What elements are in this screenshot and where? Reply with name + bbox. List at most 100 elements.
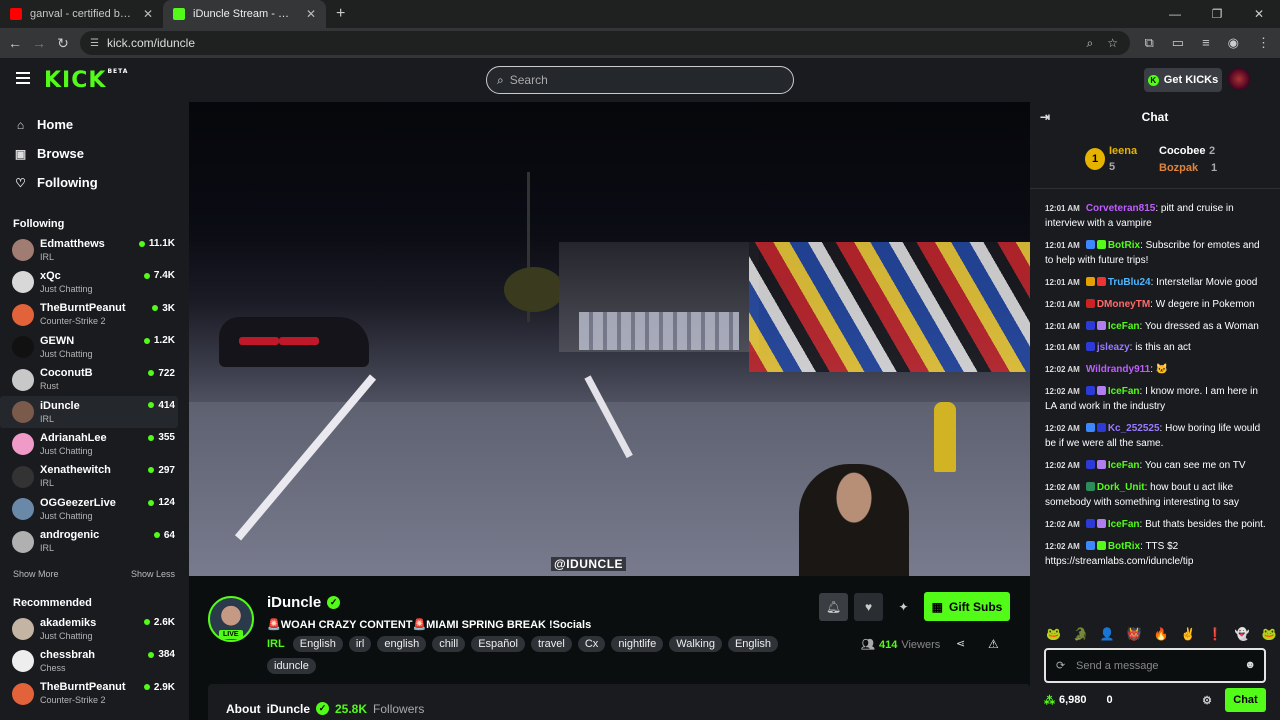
message-username[interactable]: Wildrandy911 bbox=[1086, 364, 1150, 375]
channel-category: Counter-Strike 2 bbox=[40, 316, 106, 327]
stream-tag[interactable]: travel bbox=[530, 636, 572, 652]
bookmark-star-icon[interactable]: ☆ bbox=[1107, 36, 1118, 51]
sidebar-item-browse[interactable]: ▣ Browse bbox=[0, 139, 189, 168]
sidebar-channel-item[interactable]: CoconutB Rust 722 bbox=[0, 364, 189, 396]
stream-tag[interactable]: Español bbox=[471, 636, 525, 652]
message-username[interactable]: Kc_252525 bbox=[1108, 423, 1160, 434]
browser-tab-1[interactable]: ganval - certified boogeyman ✕ bbox=[0, 0, 163, 28]
gift-subs-button[interactable]: ▦ Gift Subs bbox=[924, 592, 1010, 621]
show-more-link[interactable]: Show More bbox=[13, 569, 59, 579]
hamburger-menu-icon[interactable] bbox=[16, 72, 30, 84]
user-badge-icon bbox=[1085, 423, 1095, 433]
reload-icon[interactable]: ↻ bbox=[51, 35, 75, 52]
cast-icon[interactable]: ▭ bbox=[1172, 35, 1184, 51]
emote-icon[interactable]: 👤 bbox=[1100, 627, 1115, 641]
sidebar-channel-item[interactable]: GEWN Just Chatting 1.2K bbox=[0, 331, 189, 363]
message-username[interactable]: jsleazy bbox=[1097, 342, 1130, 353]
sidebar-item-home[interactable]: ⌂ Home bbox=[0, 110, 189, 139]
send-chat-button[interactable]: Chat bbox=[1225, 688, 1266, 712]
channel-avatar bbox=[12, 498, 34, 521]
message-username[interactable]: BotRix bbox=[1108, 541, 1140, 552]
kick-logo[interactable]: KICKBETA bbox=[44, 68, 128, 93]
message-username[interactable]: IceFan bbox=[1108, 321, 1140, 332]
stream-tag[interactable]: English bbox=[292, 636, 343, 652]
sidebar-channel-item[interactable]: chessbrah Chess 384 bbox=[0, 645, 189, 677]
message-username[interactable]: IceFan bbox=[1108, 386, 1140, 397]
emote-icon[interactable]: 🐊 bbox=[1073, 627, 1088, 641]
stream-tag[interactable]: chill bbox=[432, 636, 466, 652]
close-window-icon[interactable]: ✕ bbox=[1238, 0, 1280, 28]
sidebar-channel-item[interactable]: xQc Just Chatting 7.4K bbox=[0, 266, 189, 298]
stream-tag[interactable]: iduncle bbox=[267, 658, 316, 674]
forward-icon[interactable]: → bbox=[27, 35, 51, 51]
search-input[interactable]: ⌕ Search bbox=[486, 66, 794, 94]
site-info-icon[interactable]: ☰ bbox=[90, 38, 99, 49]
sidebar-channel-item[interactable]: Edmatthews IRL 11.1K bbox=[0, 234, 189, 266]
stream-tag[interactable]: Walking bbox=[669, 636, 722, 652]
emote-icon[interactable]: 🔥 bbox=[1154, 627, 1169, 641]
back-icon[interactable]: ← bbox=[3, 35, 27, 51]
sidebar-channel-item[interactable]: TheBurntPeanut Counter-Strike 2 3K bbox=[0, 299, 189, 331]
emote-icon[interactable]: ❗ bbox=[1208, 627, 1223, 641]
sidebar-channel-item[interactable]: Xenathewitch IRL 297 bbox=[0, 461, 189, 493]
close-tab-icon[interactable]: ✕ bbox=[306, 7, 316, 21]
stream-tag[interactable]: nightlife bbox=[611, 636, 664, 652]
sidebar-channel-item[interactable]: AdrianahLee Just Chatting 355 bbox=[0, 428, 189, 460]
sidebar-item-following[interactable]: ♡ Following bbox=[0, 168, 189, 197]
tab-title: iDuncle Stream - Watch Live bbox=[193, 8, 298, 20]
notification-bell-icon[interactable]: 🔔︎ bbox=[819, 593, 848, 621]
message-username[interactable]: BotRix bbox=[1108, 240, 1140, 251]
user-avatar[interactable] bbox=[1228, 68, 1250, 90]
video-player[interactable]: @IDUNCLE bbox=[189, 102, 1030, 576]
zoom-icon[interactable]: ⌕ bbox=[1087, 36, 1094, 51]
category-link[interactable]: IRL bbox=[267, 638, 285, 650]
message-username[interactable]: IceFan bbox=[1108, 460, 1140, 471]
emote-icon[interactable]: 🐸 bbox=[1046, 627, 1061, 641]
emoji-icon[interactable]: ☻ bbox=[1244, 659, 1256, 671]
message-username[interactable]: Dork_Unit bbox=[1097, 482, 1145, 493]
message-username[interactable]: TruBlu24 bbox=[1108, 277, 1151, 288]
leader-2-name[interactable]: Cocobee bbox=[1159, 145, 1205, 157]
chat-settings-icon[interactable]: ⚙ bbox=[1202, 694, 1212, 707]
minimize-icon[interactable]: — bbox=[1154, 0, 1196, 28]
follow-heart-icon[interactable]: ♥ bbox=[854, 593, 883, 621]
close-tab-icon[interactable]: ✕ bbox=[143, 7, 153, 21]
stream-tag[interactable]: English bbox=[727, 636, 779, 652]
browser-tab-2[interactable]: iDuncle Stream - Watch Live ✕ bbox=[163, 0, 326, 28]
report-icon[interactable]: ⚠ bbox=[988, 637, 999, 651]
message-username[interactable]: Corveteran815 bbox=[1086, 203, 1155, 214]
share-icon[interactable]: ⋖ bbox=[956, 637, 965, 650]
emote-icon[interactable]: 👹 bbox=[1127, 627, 1142, 641]
streamer-name[interactable]: iDuncle ✓ bbox=[267, 594, 341, 611]
message-username[interactable]: DMoneyTM bbox=[1097, 299, 1150, 310]
sidebar-channel-item[interactable]: OGGeezerLive Just Chatting 124 bbox=[0, 493, 189, 525]
stream-tag[interactable]: english bbox=[377, 636, 427, 652]
sidebar-channel-item[interactable]: iDuncle IRL 414 bbox=[0, 395, 178, 429]
url-bar[interactable]: ☰ kick.com/iduncle ⌕ ☆ bbox=[80, 31, 1130, 55]
sidebar-channel-item[interactable]: TheBurntPeanut Counter-Strike 2 2.9K bbox=[0, 678, 189, 710]
message-username[interactable]: IceFan bbox=[1108, 519, 1140, 530]
kicks-count[interactable]: 0 bbox=[1107, 694, 1113, 706]
sidebar-channel-item[interactable]: akademiks Just Chatting 2.6K bbox=[0, 613, 189, 645]
collapse-chat-icon[interactable]: ⇥ bbox=[1040, 102, 1050, 133]
leader-3-name[interactable]: Bozpak bbox=[1159, 162, 1198, 174]
reading-list-icon[interactable]: ≡ bbox=[1202, 35, 1210, 51]
stream-tag[interactable]: irl bbox=[348, 636, 372, 652]
extensions-icon[interactable]: ⧉ bbox=[1144, 35, 1153, 51]
stream-tag[interactable]: Cx bbox=[577, 636, 606, 652]
emote-icon[interactable]: 🐸 bbox=[1262, 627, 1277, 641]
leader-1-name[interactable]: Ieena bbox=[1109, 145, 1137, 157]
new-tab-button[interactable]: + bbox=[326, 0, 355, 28]
reply-icon[interactable]: ⟳ bbox=[1056, 659, 1065, 672]
emote-icon[interactable]: ✌ bbox=[1181, 627, 1196, 641]
profile-icon[interactable]: ◉ bbox=[1228, 35, 1239, 51]
show-less-link[interactable]: Show Less bbox=[131, 569, 175, 579]
channel-points[interactable]: 6,980 bbox=[1059, 694, 1087, 706]
emote-icon[interactable]: 👻 bbox=[1235, 627, 1250, 641]
sparkle-icon[interactable]: ✦ bbox=[889, 593, 918, 621]
chat-input[interactable]: ⟳ Send a message ☻ bbox=[1044, 648, 1266, 683]
sidebar-channel-item[interactable]: androgenic IRL 64 bbox=[0, 526, 189, 558]
restore-icon[interactable]: ❐ bbox=[1196, 0, 1238, 28]
browser-menu-icon[interactable]: ⋮ bbox=[1257, 35, 1270, 51]
get-kicks-button[interactable]: K Get KICKs bbox=[1144, 68, 1222, 92]
